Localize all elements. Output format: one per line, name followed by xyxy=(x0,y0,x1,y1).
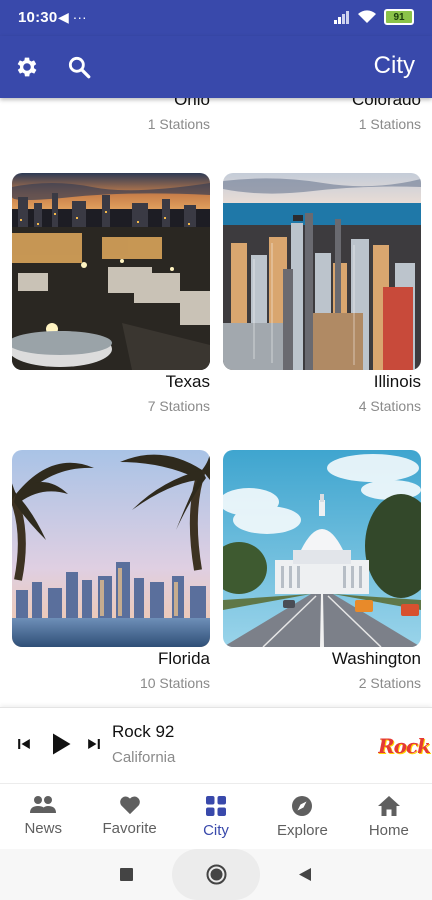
nav-item-city[interactable]: City xyxy=(173,784,259,849)
nav-label: Favorite xyxy=(102,820,157,837)
compass-icon xyxy=(292,796,313,816)
grid-icon xyxy=(206,796,227,816)
nav-item-favorite[interactable]: Favorite xyxy=(86,784,172,849)
city-name: Illinois xyxy=(373,372,421,391)
nav-item-home[interactable]: Home xyxy=(346,784,432,849)
city-card-ohio[interactable]: Ohio 1 Stations xyxy=(12,98,210,132)
city-card-washington[interactable]: Washington 2 Stations xyxy=(223,450,421,691)
station-title: Rock 92 xyxy=(112,722,175,741)
nav-item-news[interactable]: News xyxy=(0,784,86,849)
status-right: 91 xyxy=(334,9,414,25)
wifi-icon xyxy=(358,10,376,23)
mini-player[interactable]: Rock 92 California Rock 9 xyxy=(0,707,432,783)
city-card-florida[interactable]: Florida 10 Stations xyxy=(12,450,210,691)
city-name: Washington xyxy=(331,649,421,668)
city-name: Colorado xyxy=(352,98,421,109)
people-icon xyxy=(30,796,57,813)
city-station-count: 2 Stations xyxy=(358,675,421,691)
status-bar: 10:30 ◀ ··· 91 xyxy=(0,0,432,36)
city-card-illinois[interactable]: Illinois 4 Stations xyxy=(223,173,421,414)
heart-icon xyxy=(119,796,140,815)
search-icon[interactable] xyxy=(66,54,92,80)
city-station-count: 7 Stations xyxy=(147,398,210,414)
city-name: Ohio xyxy=(174,98,210,109)
skip-next-icon[interactable] xyxy=(84,734,104,754)
status-notification-icons: ◀ ··· xyxy=(58,9,87,25)
bottom-nav: News Favorite City Explore Home xyxy=(0,783,432,849)
city-name: Texas xyxy=(165,372,210,391)
app-bar: City xyxy=(0,36,432,98)
nav-label: City xyxy=(203,822,229,839)
city-photo-texas xyxy=(12,173,210,370)
signal-icon xyxy=(334,11,349,24)
page-title: City xyxy=(373,52,415,79)
back-icon[interactable] xyxy=(298,867,312,882)
battery-icon: 91 xyxy=(384,9,414,25)
gear-icon[interactable] xyxy=(14,54,40,80)
city-photo-washington xyxy=(223,450,421,647)
recents-icon[interactable] xyxy=(120,868,133,881)
station-logo-text: Rock 9 xyxy=(378,734,432,758)
play-icon[interactable] xyxy=(46,730,74,758)
city-station-count: 1 Stations xyxy=(358,116,421,132)
nav-label: Home xyxy=(368,822,409,839)
system-nav-bar xyxy=(0,849,432,900)
city-station-count: 4 Stations xyxy=(358,398,421,414)
station-location: California xyxy=(112,749,176,766)
city-name: Florida xyxy=(158,649,210,668)
nav-label: News xyxy=(24,820,62,837)
home-icon xyxy=(377,796,400,816)
city-grid: Ohio 1 Stations Colorado 1 Stations Texa… xyxy=(0,98,432,707)
city-card-texas[interactable]: Texas 7 Stations xyxy=(12,173,210,414)
city-card-colorado[interactable]: Colorado 1 Stations xyxy=(223,98,421,132)
city-photo-illinois xyxy=(223,173,421,370)
city-station-count: 10 Stations xyxy=(139,675,210,691)
city-station-count: 1 Stations xyxy=(147,116,210,132)
station-logo: Rock 9 xyxy=(378,734,432,762)
nav-label: Explore xyxy=(276,822,328,839)
home-button-icon[interactable] xyxy=(206,864,227,885)
nav-item-explore[interactable]: Explore xyxy=(259,784,345,849)
city-photo-florida xyxy=(12,450,210,647)
skip-previous-icon[interactable] xyxy=(14,734,34,754)
status-time: 10:30 xyxy=(18,9,58,26)
